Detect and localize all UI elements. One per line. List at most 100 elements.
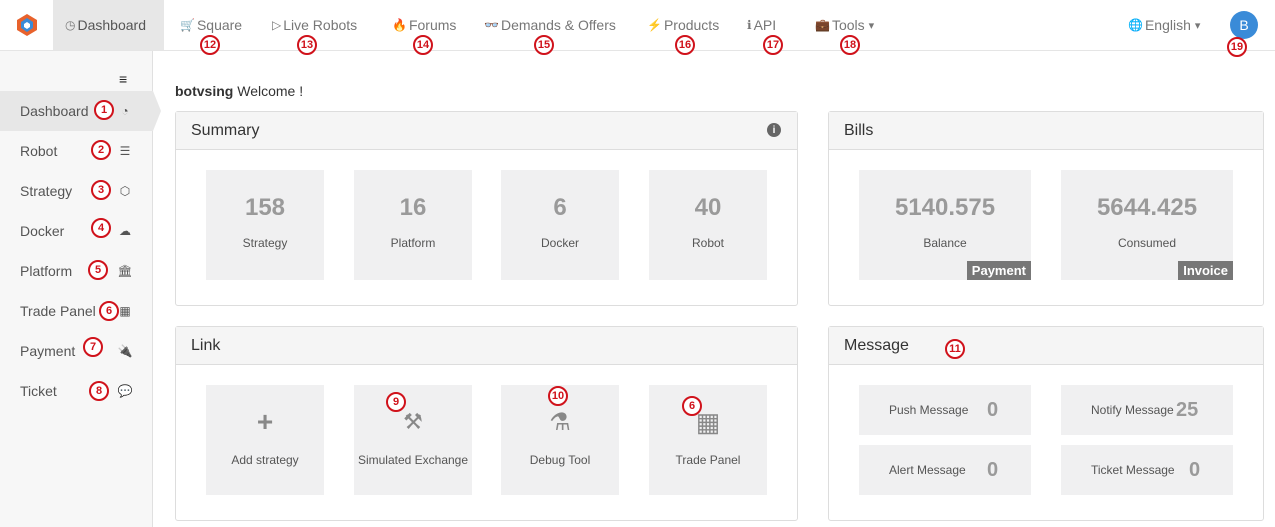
list-icon: ☰ <box>119 144 131 158</box>
message-push[interactable]: Push Message 0 <box>859 385 1031 435</box>
bills-title: Bills <box>844 121 874 139</box>
comment-icon: 💬 <box>117 384 133 398</box>
tachometer-icon: ◔ <box>121 104 129 118</box>
invoice-button[interactable]: Invoice <box>1178 261 1233 280</box>
top-navbar: ◷ Dashboard 🛒 Square ▷ Live Robots 🔥 For… <box>0 0 1275 51</box>
tile-label: Platform <box>390 236 436 250</box>
annotation-badge: 10 <box>548 386 568 406</box>
message-label: Push Message <box>889 403 969 417</box>
tile-label: Docker <box>540 236 579 250</box>
bolt-icon: ⚡ <box>647 18 662 32</box>
sidebar-item-ticket[interactable]: Ticket 💬 <box>0 371 153 411</box>
annotation-badge: 19 <box>1227 37 1247 57</box>
nav-products-label: Products <box>663 17 720 33</box>
annotation-badge: 6 <box>99 301 119 321</box>
tile-label: Balance <box>923 236 967 250</box>
nav-api-label: API <box>753 17 777 33</box>
info-icon[interactable]: i <box>767 123 781 137</box>
sidebar-item-label: Dashboard <box>20 103 89 119</box>
annotation-badge: 8 <box>89 381 109 401</box>
flask-icon: ⚗ <box>549 408 571 436</box>
cloud-icon: ☁ <box>119 224 131 238</box>
annotation-badge: 3 <box>91 180 111 200</box>
annotation-badge: 7 <box>83 337 103 357</box>
play-circle-icon: ▷ <box>272 18 282 32</box>
tile-value: 40 <box>694 194 722 221</box>
language-label: English <box>1144 17 1191 33</box>
annotation-badge: 9 <box>386 392 406 412</box>
fire-icon: 🔥 <box>392 18 407 32</box>
summary-tile-docker[interactable]: 6 Docker <box>501 170 619 280</box>
plus-icon: + <box>256 406 274 437</box>
sidebar-item-robot[interactable]: Robot ☰ <box>0 131 153 171</box>
summary-panel-title: Summary <box>176 112 797 150</box>
language-selector[interactable]: 🌐 English ▾ <box>1128 0 1200 50</box>
message-title: Message <box>844 336 909 354</box>
sidebar-item-strategy[interactable]: Strategy ⬡ <box>0 171 153 211</box>
username: botvsing <box>175 83 234 99</box>
link-tile-add-strategy[interactable]: + Add strategy <box>206 385 324 495</box>
sidebar-item-dashboard[interactable]: Dashboard ◔ <box>0 91 161 131</box>
annotation-badge: 12 <box>200 35 220 55</box>
chevron-down-icon: ▾ <box>1194 19 1201 32</box>
annotation-badge: 1 <box>94 100 114 120</box>
nav-forums-label: Forums <box>408 17 457 33</box>
tile-value: 158 <box>244 194 286 221</box>
menu-toggle-icon[interactable]: ≡ <box>119 71 127 87</box>
summary-tile-robot[interactable]: 40 Robot <box>649 170 767 280</box>
calculator-icon: ▦ <box>119 304 131 318</box>
tile-label: Robot <box>691 236 725 250</box>
sidebar-item-platform[interactable]: Platform 🏛 <box>0 251 153 291</box>
welcome-message: Welcome ! <box>233 83 304 99</box>
link-tile-trade-panel[interactable]: ▦ Trade Panel <box>649 385 767 495</box>
annotation-badge: 6 <box>682 396 702 416</box>
avatar[interactable]: B <box>1230 11 1258 39</box>
annotation-badge: 13 <box>297 35 317 55</box>
annotation-badge: 11 <box>945 339 965 359</box>
summary-title: Summary <box>191 121 260 139</box>
summary-tile-platform[interactable]: 16 Platform <box>354 170 472 280</box>
message-label: Alert Message <box>889 463 966 477</box>
annotation-badge: 2 <box>91 140 111 160</box>
tile-value: 5140.575 <box>894 194 996 221</box>
bills-panel: Bills 5140.575 Balance Payment 5644.425 … <box>828 111 1264 306</box>
briefcase-icon: 💼 <box>815 18 830 32</box>
bills-tile-balance: 5140.575 Balance Payment <box>859 170 1031 280</box>
sidebar-item-docker[interactable]: Docker ☁ <box>0 211 153 251</box>
globe-icon: 🌐 <box>1128 18 1143 32</box>
message-notify[interactable]: Notify Message 25 <box>1061 385 1233 435</box>
payment-button[interactable]: Payment <box>966 261 1031 280</box>
glasses-icon: 👓 <box>484 18 499 32</box>
sidebar-item-trade-panel[interactable]: Trade Panel ▦ <box>0 291 153 331</box>
plug-icon: 🔌 <box>117 344 133 358</box>
message-ticket[interactable]: Ticket Message 0 <box>1061 445 1233 495</box>
sidebar-item-label: Ticket <box>20 383 57 399</box>
message-count: 0 <box>987 458 999 481</box>
cube-icon: ⬡ <box>119 184 131 198</box>
message-count: 0 <box>1189 458 1201 481</box>
message-panel-title: Message <box>829 327 1263 365</box>
info-circle-icon: ℹ <box>747 18 752 32</box>
tile-value: 6 <box>553 194 567 221</box>
annotation-badge: 14 <box>413 35 433 55</box>
annotation-badge: 4 <box>91 218 111 238</box>
nav-square-label: Square <box>196 17 243 33</box>
link-title: Link <box>191 336 221 354</box>
message-count: 25 <box>1176 398 1199 421</box>
tile-value: 5644.425 <box>1096 194 1198 221</box>
summary-tile-strategy[interactable]: 158 Strategy <box>206 170 324 280</box>
nav-dashboard[interactable]: ◷ Dashboard <box>53 0 164 50</box>
sidebar-item-payment[interactable]: Payment 🔌 <box>0 331 153 371</box>
tile-label: Debug Tool <box>529 453 591 467</box>
message-label: Ticket Message <box>1091 463 1175 477</box>
annotation-badge: 18 <box>840 35 860 55</box>
bills-panel-title: Bills <box>829 112 1263 150</box>
logo[interactable] <box>0 0 53 50</box>
annotation-badge: 5 <box>88 260 108 280</box>
message-label: Notify Message <box>1091 403 1174 417</box>
tile-label: Add strategy <box>231 453 299 467</box>
nav-tools-label: Tools <box>831 17 865 33</box>
link-tile-simulated-exchange[interactable]: ⚒ Simulated Exchange <box>354 385 472 495</box>
sidebar-item-label: Docker <box>20 223 65 239</box>
message-alert[interactable]: Alert Message 0 <box>859 445 1031 495</box>
